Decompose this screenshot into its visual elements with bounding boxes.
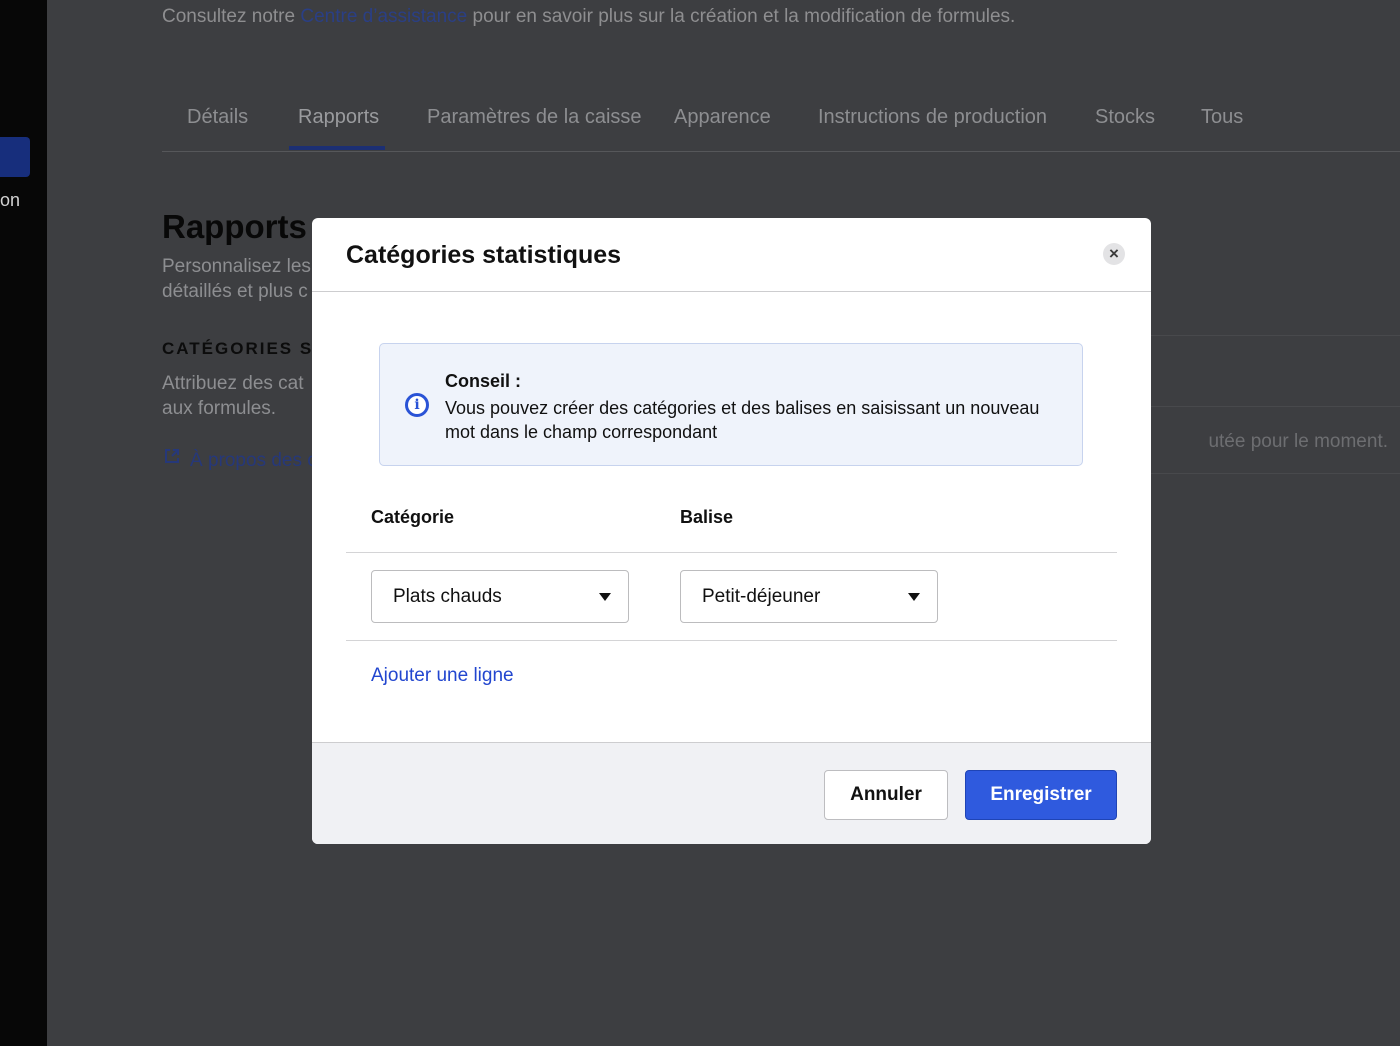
- modal-header: Catégories statistiques ×: [312, 218, 1151, 292]
- tab-rapports[interactable]: Rapports: [298, 106, 379, 129]
- cancel-button[interactable]: Annuler: [824, 770, 948, 820]
- tip-banner: i Conseil : Vous pouvez créer des catégo…: [379, 343, 1083, 466]
- tab-stocks[interactable]: Stocks: [1095, 106, 1155, 129]
- category-select[interactable]: Plats chauds: [371, 570, 629, 623]
- caret-down-icon: [908, 593, 920, 601]
- external-link-icon: [162, 446, 182, 472]
- tip-title: Conseil :: [445, 371, 522, 391]
- tab-parametres-caisse[interactable]: Paramètres de la caisse: [427, 106, 642, 129]
- tab-bar: Détails Rapports Paramètres de la caisse…: [162, 96, 1400, 152]
- sidebar-item-label[interactable]: on: [0, 190, 20, 211]
- modal-footer: Annuler Enregistrer: [312, 742, 1151, 844]
- help-center-link[interactable]: Centre d’assistance: [300, 6, 467, 27]
- stat-categories-description: Attribuez des cat aux formules.: [162, 373, 304, 419]
- left-sidebar: on: [0, 0, 47, 1046]
- category-select-value: Plats chauds: [393, 586, 502, 607]
- divider: [1150, 406, 1400, 407]
- column-header-tag: Balise: [680, 507, 734, 527]
- stat-categories-modal: Catégories statistiques × i Conseil : Vo…: [312, 218, 1151, 844]
- save-button[interactable]: Enregistrer: [965, 770, 1117, 820]
- tag-select[interactable]: Petit-déjeuner: [680, 570, 938, 623]
- empty-state-text: utée pour le moment.: [1208, 431, 1388, 452]
- tab-apparence[interactable]: Apparence: [674, 106, 771, 129]
- close-icon[interactable]: ×: [1103, 243, 1125, 265]
- active-tab-indicator: [289, 146, 385, 150]
- tab-tous[interactable]: Tous: [1201, 106, 1243, 129]
- column-header-category: Catégorie: [371, 507, 455, 527]
- tip-text: Vous pouvez créer des catégories et des …: [445, 398, 1040, 442]
- tab-instructions-production[interactable]: Instructions de production: [818, 106, 1047, 129]
- help-text: Consultez notre Centre d’assistance pour…: [162, 6, 1016, 27]
- divider: [346, 552, 1117, 553]
- stat-categories-heading: CATÉGORIES ST: [162, 339, 322, 358]
- section-title: Rapports: [162, 208, 307, 245]
- tab-details[interactable]: Détails: [187, 106, 248, 129]
- tag-select-value: Petit-déjeuner: [702, 586, 821, 607]
- sidebar-active-item[interactable]: [0, 137, 30, 177]
- add-line-link[interactable]: Ajouter une ligne: [371, 665, 514, 687]
- divider: [346, 640, 1117, 641]
- modal-title: Catégories statistiques: [346, 241, 622, 269]
- info-icon: i: [405, 393, 429, 417]
- caret-down-icon: [599, 593, 611, 601]
- categories-table-background: utée pour le moment.: [1150, 335, 1400, 474]
- section-description: Personnalisez les détaillés et plus c: [162, 256, 311, 302]
- about-link[interactable]: À propos des c: [162, 446, 322, 472]
